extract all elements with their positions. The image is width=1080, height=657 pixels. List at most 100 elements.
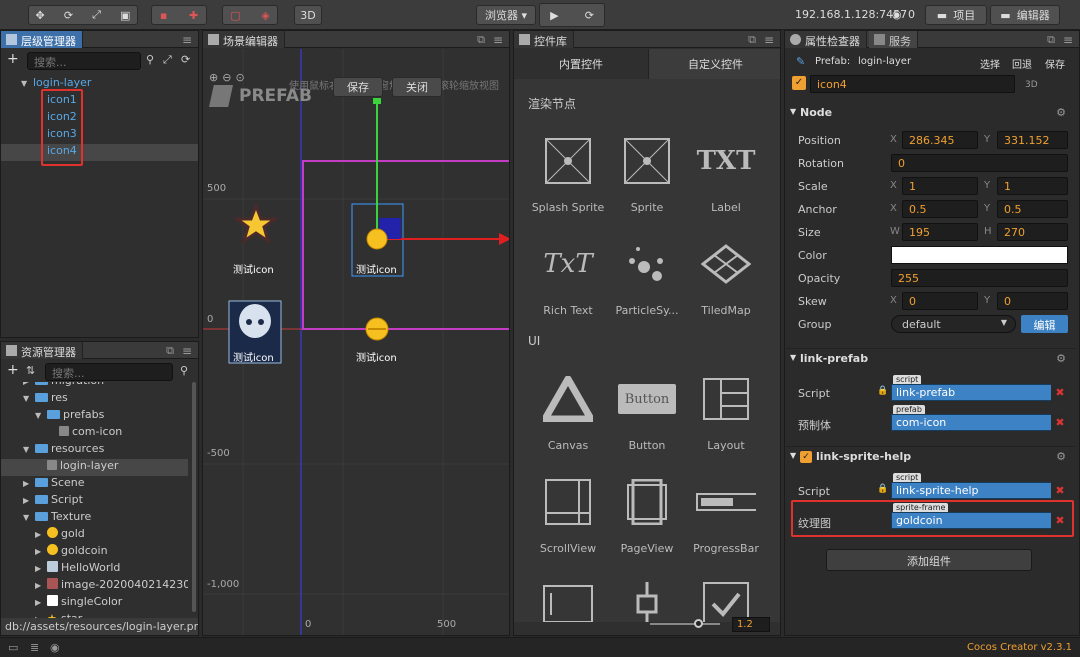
asset-item[interactable]: ▼ Texture (1, 510, 188, 527)
popout-icon[interactable]: ⧉ (748, 33, 756, 47)
expand-icon[interactable]: ⤢ (163, 53, 172, 67)
menu-icon[interactable]: ≡ (764, 33, 774, 47)
group-edit-button[interactable]: 编辑 (1021, 315, 1068, 333)
search-icon[interactable]: ⚲ (146, 53, 154, 66)
database-icon[interactable]: ≣ (30, 641, 39, 654)
toggle-3d-button[interactable]: 3D (294, 5, 322, 25)
pivot-icon[interactable]: ▪ (160, 9, 167, 22)
gear-icon[interactable]: ⚙ (1056, 450, 1066, 463)
sort-icon[interactable]: ⇅ (26, 364, 35, 377)
position-y-input[interactable]: 331.152 (997, 131, 1068, 149)
color-swatch[interactable] (891, 246, 1068, 264)
tab-hierarchy[interactable]: 层级管理器 (1, 31, 83, 48)
play-icon[interactable]: ▶ (550, 9, 558, 22)
node-active-checkbox[interactable]: ✓ (792, 76, 806, 90)
scale-tool-icon[interactable]: ⤢ (92, 8, 101, 22)
browser-select[interactable]: 浏览器 ▾ (476, 5, 536, 25)
comp-label[interactable]: TXT Label (686, 131, 766, 214)
popout-icon[interactable]: ⧉ (1047, 33, 1055, 47)
local-icon[interactable]: ✚ (189, 9, 198, 22)
zoom-out-icon[interactable]: ⊖ (222, 71, 231, 84)
prefab-save-button[interactable]: 保存 (333, 77, 383, 97)
asset-item[interactable]: ▶ gold (1, 527, 188, 544)
asset-item[interactable]: ▶ Script (1, 493, 188, 510)
group-select[interactable]: default ▼ (891, 315, 1016, 333)
node-name-input[interactable]: icon4 (810, 75, 1015, 93)
asset-item[interactable]: ▶ HelloWorld (1, 561, 188, 578)
comp-button[interactable]: Button Button (607, 369, 687, 452)
skew-x-input[interactable]: 0 (902, 292, 978, 310)
prefab-revert-button[interactable]: 回退 (1012, 56, 1032, 71)
gear-icon[interactable]: ⚙ (1056, 352, 1066, 365)
asset-item[interactable]: ▶ migration (1, 382, 188, 391)
gear-icon[interactable]: ⚙ (1056, 106, 1066, 119)
zoom-reset-icon[interactable]: ⊙ (235, 71, 244, 84)
move-tool-icon[interactable]: ✥ (36, 9, 45, 22)
hierarchy-search-input[interactable]: 搜索... (27, 52, 141, 70)
size-w-input[interactable]: 195 (902, 223, 978, 241)
project-button[interactable]: ▬ 项目 (925, 5, 987, 25)
tab-builtin[interactable]: 内置控件 (514, 49, 648, 79)
prefab-select-button[interactable]: 选择 (980, 56, 1000, 71)
assets-search-input[interactable]: 搜索... (45, 363, 173, 381)
opacity-input[interactable]: 255 (891, 269, 1068, 287)
skew-y-input[interactable]: 0 (997, 292, 1068, 310)
add-component-button[interactable]: 添加组件 (826, 549, 1032, 571)
zoom-slider-track[interactable] (650, 623, 720, 625)
tree-item-selected[interactable]: icon4 (1, 144, 198, 161)
comp-tiledmap[interactable]: TiledMap (686, 234, 766, 317)
menu-icon[interactable]: ≡ (1063, 33, 1073, 47)
clear-icon[interactable]: ✖ (1051, 384, 1069, 401)
anchor-y-input[interactable]: 0.5 (997, 200, 1068, 218)
asset-item[interactable]: ▶ goldcoin (1, 544, 188, 561)
eye-icon[interactable]: ◉ (50, 641, 60, 654)
comp-sprite[interactable]: Sprite (607, 131, 687, 214)
zoom-slider-thumb[interactable] (694, 619, 703, 628)
anchor-x-input[interactable]: 0.5 (902, 200, 978, 218)
comp-particle[interactable]: ParticleSy... (607, 234, 687, 317)
asset-item[interactable]: com-icon (1, 425, 188, 442)
comp-splash-sprite[interactable]: Splash Sprite (528, 131, 608, 214)
rect-tool-icon[interactable]: ▣ (120, 9, 130, 22)
refresh-icon[interactable]: ⟳ (181, 53, 190, 66)
tab-assets[interactable]: 资源管理器 (1, 342, 83, 359)
popout-icon[interactable]: ⧉ (166, 344, 174, 358)
rotation-input[interactable]: 0 (891, 154, 1068, 172)
menu-icon[interactable]: ≡ (493, 33, 503, 47)
position-x-input[interactable]: 286.345 (902, 131, 978, 149)
prefab-ref-field[interactable]: com-icon (891, 414, 1052, 431)
comp-rich-text[interactable]: TxT Rich Text (528, 234, 608, 317)
asset-item[interactable]: ▶ Scene (1, 476, 188, 493)
console-icon[interactable]: ▭ (8, 641, 18, 654)
clear-icon[interactable]: ✖ (1051, 482, 1069, 499)
asset-item[interactable]: ▼ resources (1, 442, 188, 459)
tab-scene[interactable]: 场景编辑器 (203, 31, 285, 48)
tab-library[interactable]: 控件库 (514, 31, 574, 48)
tab-inspector[interactable]: 属性检查器 (785, 31, 867, 48)
menu-icon[interactable]: ≡ (182, 33, 192, 47)
link-sprite-section-header[interactable]: ▼ ✓ link-sprite-help ⚙ (786, 446, 1076, 468)
search-icon[interactable]: ⚲ (180, 364, 188, 377)
add-icon[interactable]: + (7, 51, 19, 67)
asset-item[interactable]: login-layer (1, 459, 188, 476)
grid-icon[interactable]: ◈ (261, 9, 269, 22)
enable-checkbox[interactable]: ✓ (800, 451, 812, 463)
popout-icon[interactable]: ⧉ (477, 33, 485, 47)
clear-icon[interactable]: ✖ (1051, 414, 1069, 431)
node-section-header[interactable]: ▼ Node ⚙ (786, 103, 1076, 125)
refresh-icon[interactable]: ⟳ (585, 9, 594, 22)
comp-canvas[interactable]: Canvas (528, 369, 608, 452)
tab-custom[interactable]: 自定义控件 (648, 49, 780, 79)
zoom-value[interactable]: 1.2 (732, 617, 770, 632)
asset-item[interactable]: ▶ singleColor (1, 595, 188, 612)
menu-icon[interactable]: ≡ (182, 344, 192, 358)
scene-canvas[interactable]: ⊕⊖⊙ PREFAB 使用鼠标右键平移视窗焦点，使用滚轮缩放视图 保存 关闭 5… (203, 49, 509, 635)
rotate-tool-icon[interactable]: ⟳ (64, 9, 73, 22)
comp-scrollview[interactable]: ScrollView (528, 472, 608, 555)
comp-layout[interactable]: Layout (686, 369, 766, 452)
comp-progressbar[interactable]: ProgressBar (686, 472, 766, 555)
scale-x-input[interactable]: 1 (902, 177, 978, 195)
zoom-in-icon[interactable]: ⊕ (209, 71, 218, 84)
script-ref-field[interactable]: link-sprite-help (891, 482, 1052, 499)
link-prefab-section-header[interactable]: ▼ link-prefab ⚙ (786, 348, 1076, 370)
